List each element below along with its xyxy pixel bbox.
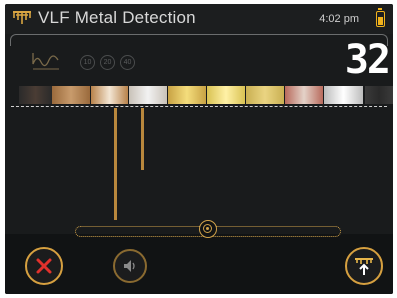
clock: 4:02 pm: [319, 13, 359, 25]
frequency-option-20[interactable]: 20: [100, 55, 115, 70]
sensitivity-slider[interactable]: [75, 220, 341, 241]
footer-bar: [5, 242, 393, 294]
scale-dashed-line: [11, 106, 387, 107]
scale-segment: [91, 86, 128, 104]
signal-graph: [5, 108, 393, 224]
pinpoint-button[interactable]: [345, 247, 383, 285]
close-button[interactable]: [25, 247, 63, 285]
app-title: VLF Metal Detection: [38, 8, 196, 27]
scale-segment: [19, 86, 52, 104]
battery-fill: [378, 17, 383, 25]
sound-button[interactable]: [113, 249, 147, 283]
scale-segment: [324, 86, 363, 104]
speaker-icon: [124, 260, 135, 272]
frequency-option-10[interactable]: 10: [80, 55, 95, 70]
pitchfork-logo-icon: [13, 11, 31, 24]
panel-border: [10, 34, 388, 46]
battery-icon: [376, 8, 385, 27]
scale-segment: [365, 86, 393, 104]
target-id-readout: 32: [344, 37, 391, 83]
header-bar: VLF Metal Detection 4:02 pm: [5, 4, 393, 34]
scale-segment: [285, 86, 323, 104]
target-knob-icon[interactable]: [199, 220, 217, 238]
scale-segment: [52, 86, 90, 104]
waveform-icon[interactable]: [32, 50, 60, 72]
scale-segment: [129, 86, 167, 104]
signal-bar: [114, 108, 117, 220]
scale-segment: [207, 86, 245, 104]
close-icon: [36, 258, 52, 274]
detector-screen: VLF Metal Detection 4:02 pm 10 20 40 32: [5, 4, 393, 294]
color-scale: [5, 86, 393, 108]
scale-segment: [246, 86, 284, 104]
scale-segment: [168, 86, 206, 104]
signal-bar: [141, 108, 144, 170]
pinpoint-icon: [355, 258, 373, 275]
frequency-option-40[interactable]: 40: [120, 55, 135, 70]
